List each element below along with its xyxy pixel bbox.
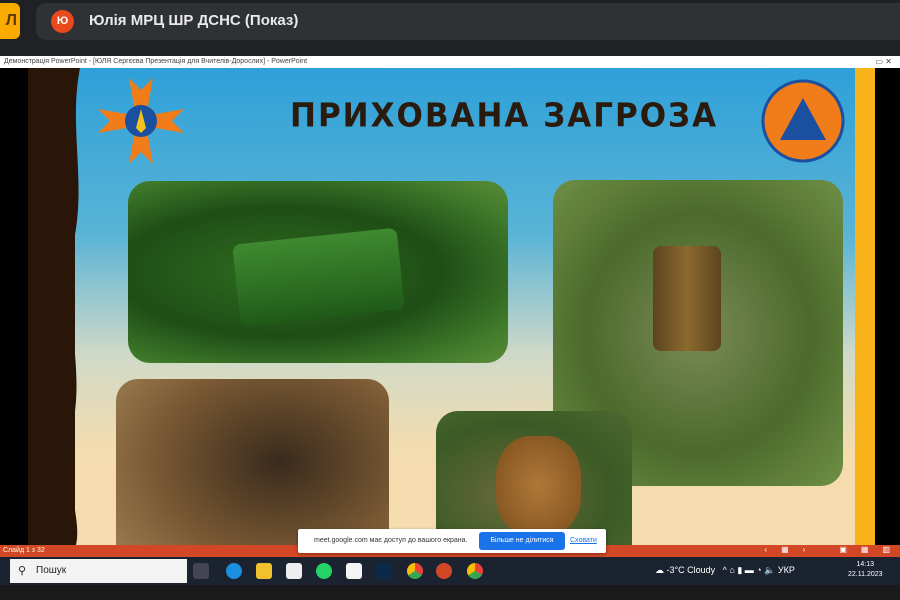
taskbar-search[interactable]: ⚲ Пошук [10,559,187,583]
app-icon[interactable]: Л [0,3,20,39]
next-slide-button[interactable]: › [803,545,806,554]
meet-top-bar: Л Ю Юлія МРЦ ШР ДСНС (Показ) [0,0,900,56]
presenter-title: Юлія МРЦ ШР ДСНС (Показ) [89,12,299,29]
stop-sharing-button[interactable]: Більше не ділитися [479,532,565,550]
cloud-icon: ☁ [655,565,664,575]
screen-share-notification: meet.google.com має доступ до вашого екр… [298,529,606,553]
slide-stage: ПРИХОВАНА ЗАГРОЗА [0,68,900,587]
chrome-icon[interactable] [467,563,483,579]
weather[interactable]: -3°C Cloudy [667,565,716,575]
window-controls[interactable]: ▭ ✕ [876,57,892,66]
chrome-app-icon[interactable] [407,563,423,579]
prev-slide-button[interactable]: ‹ [764,545,767,554]
tray-icons[interactable]: ^ ⌂ ▮ ▬ ◔ 🔈 УКР [723,565,795,575]
task-view-icon[interactable] [193,563,209,579]
normal-view-button[interactable]: ▣ [839,545,847,554]
hide-link[interactable]: Сховати [570,537,597,544]
wave-edge [62,68,80,545]
edge-icon[interactable] [226,563,242,579]
store-icon[interactable] [286,563,302,579]
search-placeholder: Пошук [36,565,67,576]
slide-counter: Слайд 1 з 32 [3,547,45,554]
clock[interactable]: 14:13 22.11.2023 [848,560,883,580]
bottom-bar [0,585,900,600]
window-title-bar: Демонстрація PowerPoint - [ЮЛЯ Сергєєва … [0,56,900,68]
system-tray[interactable]: ☁ -3°C Cloudy ^ ⌂ ▮ ▬ ◔ 🔈 УКР [655,565,795,576]
date: 22.11.2023 [848,571,883,578]
presenter-pill: Ю Юлія МРЦ ШР ДСНС (Показ) [36,3,900,40]
powerpoint-icon[interactable] [436,563,452,579]
sorter-view-button[interactable]: ▦ [861,545,869,554]
slide-title: ПРИХОВАНА ЗАГРОЗА [290,97,719,135]
time: 14:13 [856,561,875,568]
photo-mine-grass [128,181,508,363]
civil-defense-logo-icon [761,79,845,163]
dsns-emblem-icon [98,78,184,164]
slide-menu-button[interactable]: ▦ [781,545,789,554]
slide-right-stripe [855,68,875,545]
taskbar: ⚲ Пошук ☁ -3°C Cloudy ^ ⌂ ▮ ▬ ◔ 🔈 УКР 14:… [0,557,900,585]
share-text: meet.google.com має доступ до вашого екр… [314,537,468,544]
window-title: Демонстрація PowerPoint - [ЮЛЯ Сергєєва … [4,58,308,65]
notepad-icon[interactable] [346,563,362,579]
reading-view-button[interactable]: ▥ [882,545,890,554]
file-explorer-icon[interactable] [256,563,272,579]
photoshop-icon[interactable] [376,563,392,579]
avatar: Ю [51,10,74,33]
whatsapp-icon[interactable] [316,563,332,579]
search-icon: ⚲ [18,565,27,577]
